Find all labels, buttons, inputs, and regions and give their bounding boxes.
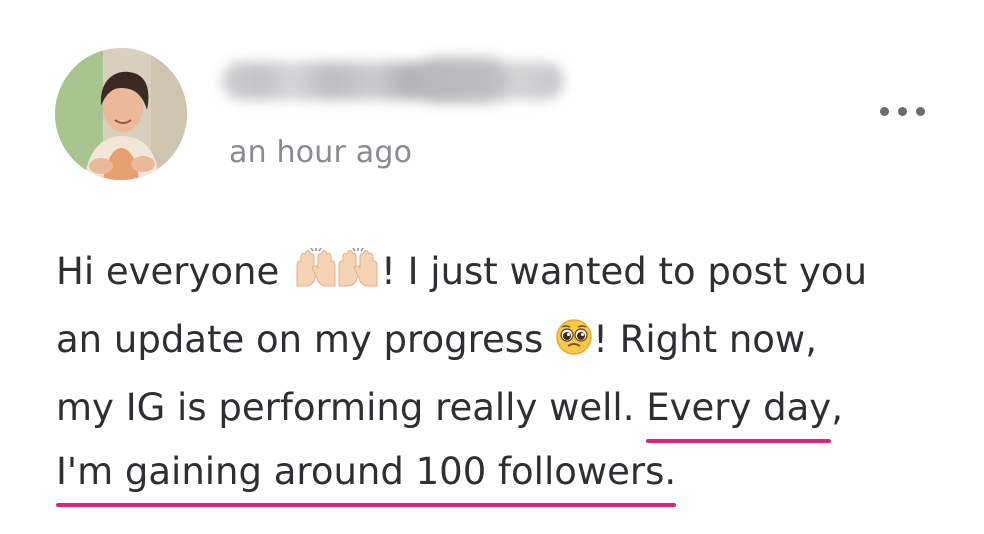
post-timestamp: an hour ago xyxy=(229,135,413,170)
username-redacted xyxy=(222,62,564,100)
post-line: an update on my progress ! Right now, xyxy=(56,308,956,376)
post-body: Hi everyone ! I just wanted to post you … xyxy=(56,240,956,507)
more-horizontal-icon xyxy=(898,107,907,116)
post-line: my IG is performing really well. Every d… xyxy=(56,376,956,443)
username-redacted-part xyxy=(418,58,508,102)
post-text: Hi everyone xyxy=(56,250,292,293)
avatar[interactable] xyxy=(55,48,187,180)
more-horizontal-icon xyxy=(880,107,889,116)
post-text: ! I just wanted to post you xyxy=(381,250,868,293)
avatar-image xyxy=(55,48,187,180)
highlighted-text: Every day xyxy=(646,376,831,443)
post-text: an update on my progress xyxy=(56,318,556,361)
raising-hands-icon xyxy=(291,244,381,308)
post-line: I'm gaining around 100 followers. xyxy=(56,440,956,507)
more-horizontal-icon xyxy=(916,107,925,116)
post-text: ! Right now, xyxy=(593,318,817,361)
highlighted-text: I'm gaining around 100 followers. xyxy=(56,440,677,507)
pleading-face-icon xyxy=(555,312,593,376)
post-text: my IG is performing really well. xyxy=(56,386,647,429)
social-post: an hour ago Hi everyone ! I just wanted … xyxy=(0,0,984,534)
more-options-button[interactable] xyxy=(876,98,930,126)
post-line: Hi everyone ! I just wanted to post you xyxy=(56,240,956,308)
post-text: , xyxy=(831,386,843,429)
